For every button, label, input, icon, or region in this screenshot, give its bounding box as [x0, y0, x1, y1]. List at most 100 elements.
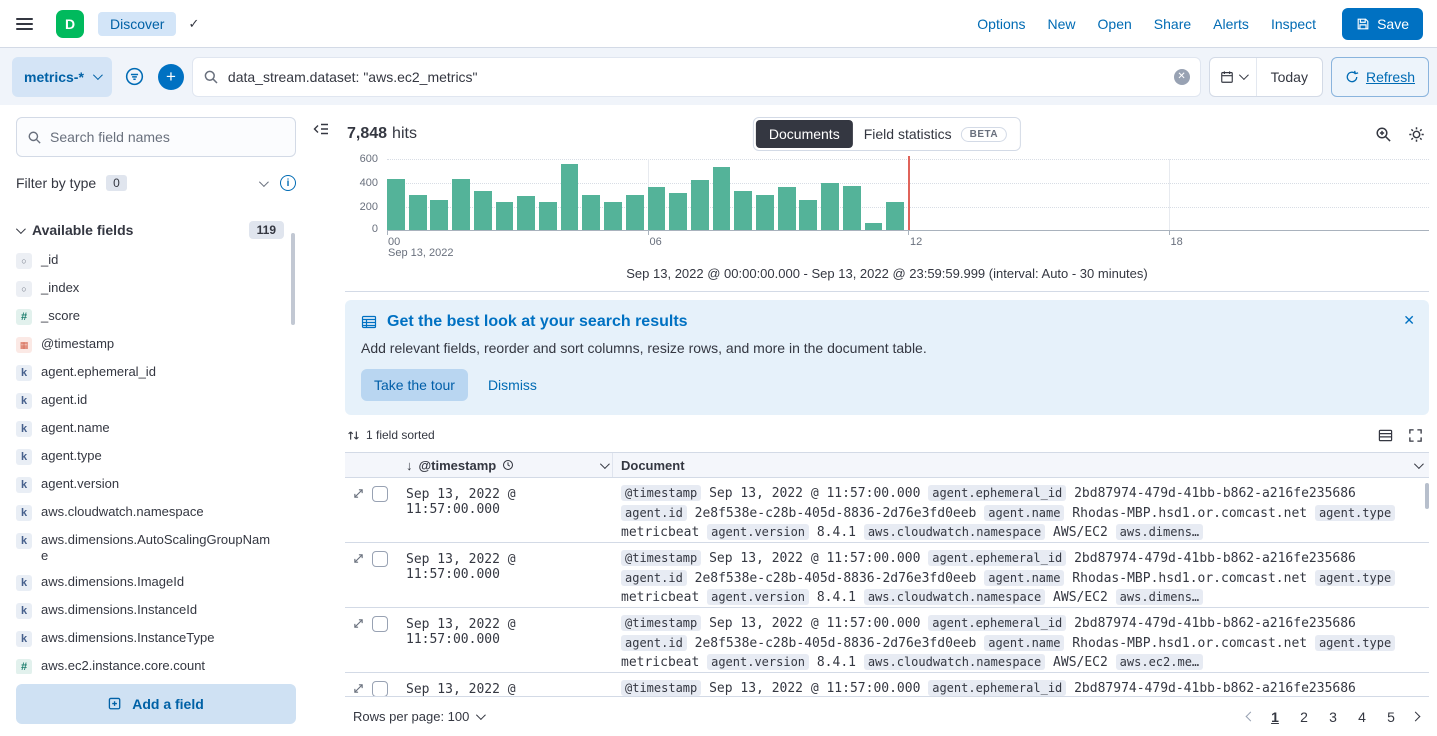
nav-link-inspect[interactable]: Inspect: [1271, 16, 1316, 32]
dismiss-button[interactable]: Dismiss: [488, 377, 537, 393]
previous-page-icon[interactable]: [1245, 713, 1256, 720]
histogram-bar[interactable]: [886, 202, 904, 230]
grid-header-document[interactable]: Document: [613, 453, 1429, 477]
pagination: 12345: [1245, 705, 1421, 729]
row-checkbox[interactable]: [372, 551, 388, 567]
sort-fields-button[interactable]: 1 field sorted: [347, 428, 435, 442]
histogram-bar[interactable]: [713, 167, 731, 230]
date-picker-button[interactable]: [1210, 58, 1257, 96]
field-item-_score[interactable]: #_score: [16, 303, 296, 331]
refresh-button[interactable]: Refresh: [1331, 57, 1429, 97]
expand-document-icon[interactable]: [352, 552, 365, 565]
histogram-bar[interactable]: [734, 191, 752, 230]
field-search-input[interactable]: [50, 129, 285, 145]
field-item-agent.version[interactable]: kagent.version: [16, 471, 296, 499]
close-icon[interactable]: ✕: [1403, 312, 1415, 329]
grid-display-icon[interactable]: [1378, 428, 1393, 443]
histogram-bar[interactable]: [387, 179, 405, 230]
field-item-aws.dimensions.InstanceType[interactable]: kaws.dimensions.InstanceType: [16, 625, 296, 653]
field-item-agent.id[interactable]: kagent.id: [16, 387, 296, 415]
next-page-icon[interactable]: [1410, 713, 1421, 720]
grid-header-timestamp[interactable]: ↓ @timestamp: [401, 453, 613, 477]
expand-document-icon[interactable]: [352, 617, 365, 630]
row-checkbox[interactable]: [372, 616, 388, 632]
histogram-bar[interactable]: [691, 180, 709, 230]
histogram-bar[interactable]: [409, 195, 427, 231]
breadcrumb[interactable]: Discover: [98, 12, 176, 36]
histogram-bar[interactable]: [561, 164, 579, 230]
add-filter-button[interactable]: +: [158, 64, 184, 90]
field-item-agent.type[interactable]: kagent.type: [16, 443, 296, 471]
row-checkbox[interactable]: [372, 681, 388, 696]
field-item-aws.cloudwatch.namespace[interactable]: kaws.cloudwatch.namespace: [16, 499, 296, 527]
histogram-bar[interactable]: [430, 200, 448, 230]
field-item-aws.ec2.instance.core.count[interactable]: #aws.ec2.instance.core.count: [16, 653, 296, 674]
available-fields-header[interactable]: Available fields 119: [16, 221, 296, 239]
page-button-4[interactable]: 4: [1352, 705, 1372, 729]
histogram-bar[interactable]: [821, 183, 839, 230]
histogram-bar[interactable]: [517, 196, 535, 230]
histogram-bar[interactable]: [539, 202, 557, 230]
tab-documents[interactable]: Documents: [756, 120, 853, 148]
query-input[interactable]: [228, 69, 1165, 85]
collapse-sidebar-icon[interactable]: [313, 121, 329, 137]
nav-link-new[interactable]: New: [1048, 16, 1076, 32]
page-button-2[interactable]: 2: [1294, 705, 1314, 729]
gear-icon[interactable]: [1408, 126, 1425, 143]
field-item-aws.dimensions.ImageId[interactable]: kaws.dimensions.ImageId: [16, 569, 296, 597]
saved-query-menu-icon[interactable]: [120, 57, 150, 97]
histogram-bar[interactable]: [626, 195, 644, 230]
take-tour-button[interactable]: Take the tour: [361, 369, 468, 401]
histogram-bar[interactable]: [799, 200, 817, 230]
date-range-button[interactable]: Today: [1257, 58, 1322, 96]
histogram-bar[interactable]: [496, 202, 514, 230]
field-item-_index[interactable]: ○_index: [16, 275, 296, 303]
add-field-button[interactable]: Add a field: [16, 684, 296, 724]
histogram-bar[interactable]: [604, 202, 622, 230]
save-button[interactable]: Save: [1342, 8, 1423, 40]
histogram-bar[interactable]: [778, 187, 796, 230]
nav-link-options[interactable]: Options: [977, 16, 1025, 32]
histogram-bar[interactable]: [474, 191, 492, 230]
row-checkbox[interactable]: [372, 486, 388, 502]
rows-per-page-button[interactable]: Rows per page: 100: [353, 709, 483, 724]
info-icon[interactable]: i: [280, 175, 296, 191]
nav-link-share[interactable]: Share: [1154, 16, 1191, 32]
histogram-bar[interactable]: [648, 187, 666, 230]
histogram-bar[interactable]: [669, 193, 687, 230]
data-view-picker[interactable]: metrics-*: [12, 57, 112, 97]
field-item-@timestamp[interactable]: ▦@timestamp: [16, 331, 296, 359]
histogram-bar[interactable]: [843, 186, 861, 230]
field-value: 8.4.1: [817, 525, 856, 540]
field-item-aws.dimensions.InstanceId[interactable]: kaws.dimensions.InstanceId: [16, 597, 296, 625]
clear-query-icon[interactable]: ✕: [1174, 69, 1190, 85]
field-item-agent.ephemeral_id[interactable]: kagent.ephemeral_id: [16, 359, 296, 387]
expand-document-icon[interactable]: [352, 487, 365, 500]
histogram-bar[interactable]: [452, 179, 470, 230]
fullscreen-icon[interactable]: [1408, 428, 1423, 443]
nav-link-alerts[interactable]: Alerts: [1213, 16, 1249, 32]
field-item-agent.name[interactable]: kagent.name: [16, 415, 296, 443]
grid-scrollbar[interactable]: [1425, 483, 1429, 509]
histogram-bar[interactable]: [865, 223, 883, 230]
space-avatar[interactable]: D: [56, 10, 84, 38]
timestamp-cell: Sep 13, 2022 @ 11:57:00.000: [401, 608, 613, 672]
date-field-icon: ▦: [16, 337, 32, 353]
histogram-bar[interactable]: [582, 195, 600, 231]
histogram-bar[interactable]: [756, 195, 774, 231]
field-item-_id[interactable]: ○_id: [16, 247, 296, 275]
field-value: 8.4.1: [817, 590, 856, 605]
inspect-icon[interactable]: [1375, 126, 1392, 143]
keyword-field-icon: k: [16, 449, 32, 465]
filter-by-type-button[interactable]: Filter by type 0: [16, 163, 266, 203]
page-button-5[interactable]: 5: [1381, 705, 1401, 729]
menu-icon[interactable]: [0, 0, 48, 48]
field-item-aws.dimensions.AutoScalingGroupName[interactable]: kaws.dimensions.AutoScalingGroupName: [16, 527, 296, 569]
sidebar-scrollbar[interactable]: [291, 233, 295, 325]
page-button-1[interactable]: 1: [1265, 705, 1285, 729]
tab-field-statistics[interactable]: Field statistics BETA: [853, 120, 1018, 148]
nav-link-open[interactable]: Open: [1098, 16, 1132, 32]
expand-document-icon[interactable]: [352, 682, 365, 695]
field-chip: agent.version: [707, 589, 809, 605]
page-button-3[interactable]: 3: [1323, 705, 1343, 729]
